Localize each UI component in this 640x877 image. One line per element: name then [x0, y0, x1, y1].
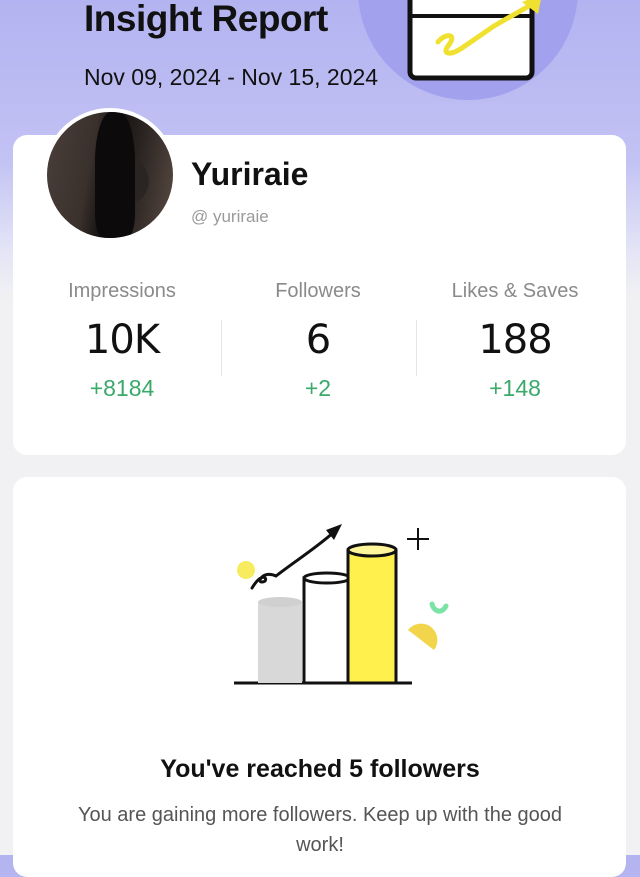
stat-value: 188 — [478, 317, 552, 363]
report-board-icon — [407, 0, 541, 81]
stat-label: Followers — [275, 280, 361, 302]
milestone-description: You are gaining more followers. Keep up … — [77, 804, 563, 856]
stat-change: +2 — [304, 375, 332, 401]
stat-likes-saves[interactable]: Likes & Saves 188 +148 — [415, 280, 615, 402]
milestone-title: You've reached 5 followers — [160, 755, 480, 783]
avatar-photo-detail — [95, 112, 135, 238]
stat-impressions[interactable]: Impressions 10K +8184 — [22, 280, 222, 402]
stat-label: Likes & Saves — [451, 280, 579, 302]
stat-change: +148 — [489, 375, 541, 401]
stat-followers[interactable]: Followers 6 +2 — [218, 280, 418, 402]
growth-chart-icon — [234, 524, 449, 685]
avatar[interactable] — [43, 108, 177, 242]
stat-value: 10K — [84, 317, 160, 363]
stat-value: 6 — [305, 317, 331, 363]
page-title: Insight Report — [84, 0, 328, 39]
stat-change: +8184 — [89, 375, 155, 401]
profile-handle: @ yuriraie — [191, 207, 269, 226]
report-date-range: Nov 09, 2024 - Nov 15, 2024 — [84, 64, 379, 90]
stat-label: Impressions — [68, 280, 176, 302]
profile-name: Yuriraie — [191, 156, 309, 192]
